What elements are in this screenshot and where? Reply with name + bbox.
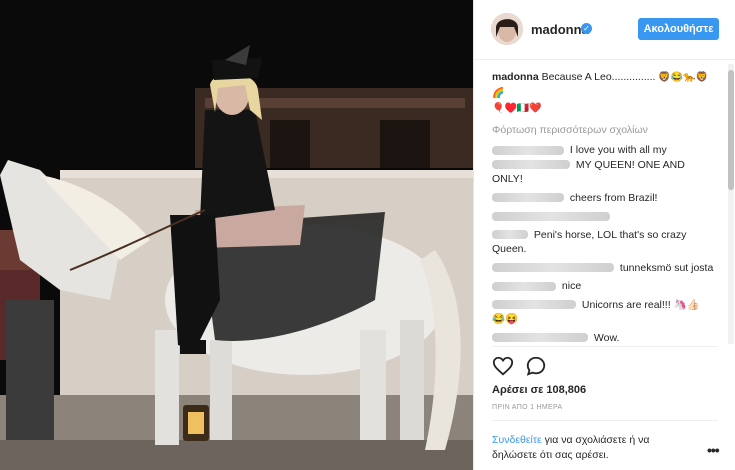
comment-text-continued: 😂😝 [492,313,519,325]
comments-list[interactable]: madonna Because A Leo............... 🦁😂🐆… [492,70,714,342]
comment-text: Wow. [593,331,620,343]
post-photo[interactable] [0,0,473,470]
blurred-username [492,230,528,240]
divider [492,346,718,347]
login-prompt: Συνδεθείτε για να σχολιάσετε ή να δηλώσε… [492,433,692,463]
list-item: Unicorns are real!!! 🦄👍🏻 😂😝 [492,298,714,327]
login-link[interactable]: Συνδεθείτε [492,434,542,446]
list-item: Peni's horse, LOL that's so crazy Queen. [492,228,714,257]
avatar[interactable] [491,13,523,45]
blurred-username [492,145,564,155]
blurred-text [492,160,570,170]
scrollbar-thumb[interactable] [728,70,734,190]
caption: madonna Because A Leo............... 🦁😂🐆… [492,70,714,117]
post-sidebar: madonna ✓ Ακολουθήστε madonna Because A … [473,0,735,470]
list-item: tunneksmö sut josta [492,261,714,276]
likes-count[interactable]: Αρέσει σε 108,806 [492,384,586,396]
comments-scrollbar[interactable] [728,64,734,344]
more-options-icon[interactable]: ••• [707,442,720,458]
follow-button[interactable]: Ακολουθήστε [638,18,719,40]
comment-text: I love you with all my [569,144,667,156]
post-timestamp: ΠΡΙΝ ΑΠΟ 1 ΗΜΕΡΑ [492,404,563,411]
blurred-username [492,193,564,203]
comment-text: Unicorns are real!!! 🦄👍🏻 [581,298,700,311]
comment-text: cheers from Brazil! [569,191,658,204]
heart-icon[interactable] [492,355,514,377]
list-item: nice [492,279,714,294]
comment-icon[interactable] [525,355,547,377]
caption-text: Because A Leo............... [541,71,656,83]
blurred-username [492,211,610,221]
list-item [492,209,714,224]
verified-icon: ✓ [581,23,592,34]
divider [492,420,718,421]
caption-username[interactable]: madonna [492,71,539,83]
comment-text: tunneksmö sut josta [619,261,714,274]
photo-illustration [0,0,473,470]
post-header: madonna ✓ Ακολουθήστε [474,0,735,60]
blurred-username [492,333,588,342]
list-item: I love you with all my MY QUEEN! ONE AND… [492,143,714,187]
comment-text: nice [561,280,582,292]
caption-emoji-2: 🎈♥️🇮🇹❤️ [492,103,542,114]
blurred-username [492,263,614,273]
blurred-username [492,281,556,291]
avatar-image [491,13,523,45]
list-item: cheers from Brazil! [492,191,714,206]
load-more-comments-link[interactable]: Φόρτωση περισσότερων σχολίων [492,123,714,138]
list-item: Wow. [492,331,714,343]
blurred-username [492,300,576,310]
